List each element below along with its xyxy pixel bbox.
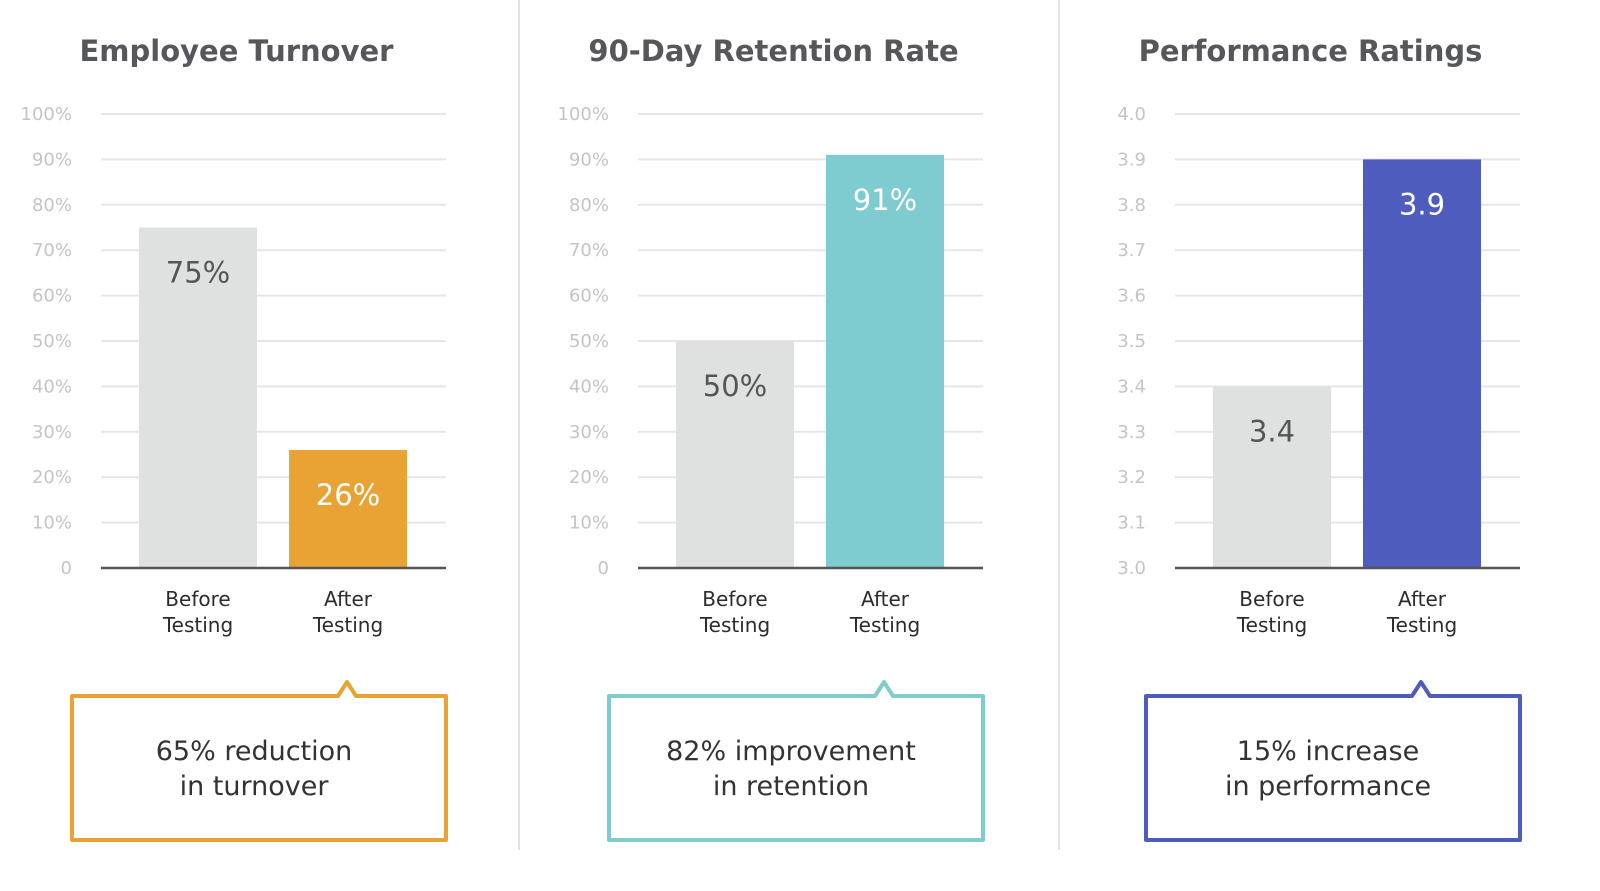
y-tick-label: 70% (32, 240, 72, 261)
y-tick-label: 60% (32, 286, 72, 307)
x-category-label: Before (1239, 587, 1304, 611)
y-tick-label: 3.8 (1117, 195, 1146, 216)
chart-employee-turnover: Employee Turnover 0 10% 20% 30% 40% 50% 60% 70% 8… (21, 34, 448, 842)
y-tick-label: 4.0 (1117, 104, 1146, 125)
y-tick-label: 3.7 (1117, 240, 1146, 261)
y-tick-label: 50% (32, 331, 72, 352)
panel-retention-rate: 90-Day Retention Rate 0 10% 20% 30% 40% 50% 60%… (537, 0, 1057, 891)
chart-performance-ratings: Performance Ratings 3.0 3.1 3.2 3.3 3.4 3.5 3.6… (1117, 34, 1522, 842)
x-category-label: After (861, 587, 910, 611)
y-tick-label: 100% (21, 104, 72, 125)
x-category-label: Testing (1386, 613, 1457, 637)
chart-retention-rate: 90-Day Retention Rate 0 10% 20% 30% 40% 50% 60%… (558, 34, 985, 842)
x-category-label: Before (702, 587, 767, 611)
y-tick-label: 90% (32, 149, 72, 170)
callout-text-line: in turnover (180, 771, 330, 802)
y-tick-label: 0 (61, 558, 72, 579)
callout-text-line: 65% reduction (156, 736, 353, 767)
bar-value-label: 26% (316, 478, 380, 512)
y-tick-label: 3.9 (1117, 149, 1146, 170)
y-tick-label: 80% (569, 195, 609, 216)
y-tick-label: 100% (558, 104, 609, 125)
y-tick-label: 40% (32, 376, 72, 397)
y-tick-label: 80% (32, 195, 72, 216)
y-tick-label: 3.2 (1117, 467, 1146, 488)
y-tick-label: 3.5 (1117, 331, 1146, 352)
y-tick-label: 10% (569, 513, 609, 534)
divider (1058, 0, 1060, 850)
x-category-label: After (324, 587, 373, 611)
y-tick-label: 0 (598, 558, 609, 579)
y-tick-label: 50% (569, 331, 609, 352)
chart-title: Employee Turnover (80, 34, 395, 68)
y-tick-label: 70% (569, 240, 609, 261)
x-category-label: Testing (162, 613, 233, 637)
y-tick-label: 60% (569, 286, 609, 307)
x-category-label: Before (165, 587, 230, 611)
callout-text-line: in retention (713, 771, 869, 802)
y-tick-label: 10% (32, 513, 72, 534)
callout-text-line: in performance (1225, 771, 1431, 802)
x-category-label: Testing (849, 613, 920, 637)
x-category-label: Testing (312, 613, 383, 637)
bar-value-label: 3.9 (1399, 187, 1445, 221)
y-tick-label: 3.0 (1117, 558, 1146, 579)
y-tick-label: 30% (32, 422, 72, 443)
x-category-label: Testing (699, 613, 770, 637)
y-tick-label: 40% (569, 376, 609, 397)
y-tick-label: 3.3 (1117, 422, 1146, 443)
bar-value-label: 50% (703, 369, 767, 403)
x-category-label: Testing (1236, 613, 1307, 637)
bar-value-label: 91% (853, 183, 917, 217)
callout-text-line: 82% improvement (666, 736, 916, 767)
callout-text-line: 15% increase (1237, 736, 1419, 767)
panel-employee-turnover: Employee Turnover 0 10% 20% 30% 40% 50% 60% 70% 8… (0, 0, 520, 891)
y-tick-label: 20% (569, 467, 609, 488)
bar-value-label: 3.4 (1249, 414, 1295, 448)
y-tick-label: 3.4 (1117, 376, 1146, 397)
y-tick-label: 3.1 (1117, 513, 1146, 534)
y-tick-label: 3.6 (1117, 286, 1146, 307)
y-tick-label: 20% (32, 467, 72, 488)
bar-value-label: 75% (166, 256, 230, 290)
divider (518, 0, 520, 850)
panel-performance-ratings: Performance Ratings 3.0 3.1 3.2 3.3 3.4 3.5 3.6… (1074, 0, 1594, 891)
chart-title: 90-Day Retention Rate (588, 34, 958, 68)
y-tick-label: 30% (569, 422, 609, 443)
y-tick-label: 90% (569, 149, 609, 170)
x-category-label: After (1398, 587, 1447, 611)
chart-title: Performance Ratings (1139, 34, 1483, 68)
